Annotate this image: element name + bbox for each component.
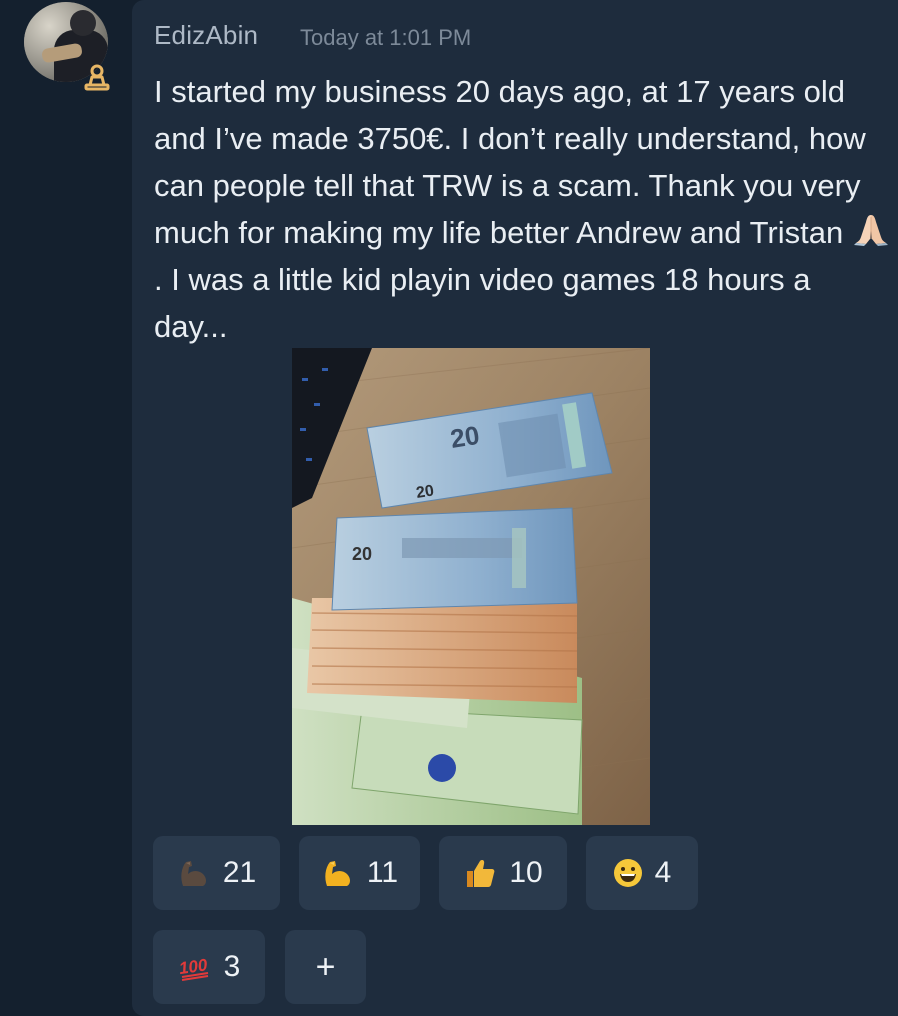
add-reaction-button[interactable]: +: [285, 930, 366, 1004]
reaction-hundred-points[interactable]: 100 3: [153, 930, 265, 1004]
money-photo-illustration: 20 20 20: [292, 348, 650, 825]
chat-screen: EdizAbin Today at 1:01 PM I started my b…: [0, 0, 898, 1016]
message-timestamp: Today at 1:01 PM: [300, 25, 472, 50]
reaction-flexed-biceps[interactable]: 11: [299, 836, 420, 910]
author-name[interactable]: EdizAbin: [154, 20, 258, 51]
attachment-photo[interactable]: 20 20 20: [292, 348, 650, 825]
note-denomination-1: 20: [448, 420, 481, 454]
reaction-count: 4: [654, 856, 672, 889]
hundred-points-icon: 100: [178, 952, 212, 982]
plus-icon: +: [315, 947, 336, 986]
folded-hands-icon: [853, 215, 888, 246]
note-denomination-2: 20: [352, 544, 372, 564]
reaction-count: 10: [509, 856, 543, 889]
message-text-part-2: . I was a little kid playin video games …: [154, 262, 811, 344]
reaction-count: 21: [222, 856, 257, 889]
reaction-count: 3: [223, 950, 241, 983]
flexed-biceps-icon: [321, 858, 355, 888]
reaction-grinning-face[interactable]: 4: [586, 836, 698, 910]
thumbs-up-icon: [463, 857, 497, 889]
message-text: I started my business 20 days ago, at 17…: [154, 68, 890, 350]
reaction-count: 11: [366, 856, 399, 889]
message-text-part-1: I started my business 20 days ago, at 17…: [154, 74, 866, 250]
grinning-face-icon: [613, 858, 643, 888]
note-denomination-3: 20: [415, 482, 435, 502]
pawn-role-icon: [84, 64, 110, 91]
reaction-thumbs-up[interactable]: 10: [439, 836, 567, 910]
avatar-head: [70, 10, 96, 36]
dark-flexed-biceps-icon: [177, 858, 211, 888]
left-rail: [0, 0, 132, 1016]
reaction-dark-flexed-biceps[interactable]: 21: [153, 836, 280, 910]
